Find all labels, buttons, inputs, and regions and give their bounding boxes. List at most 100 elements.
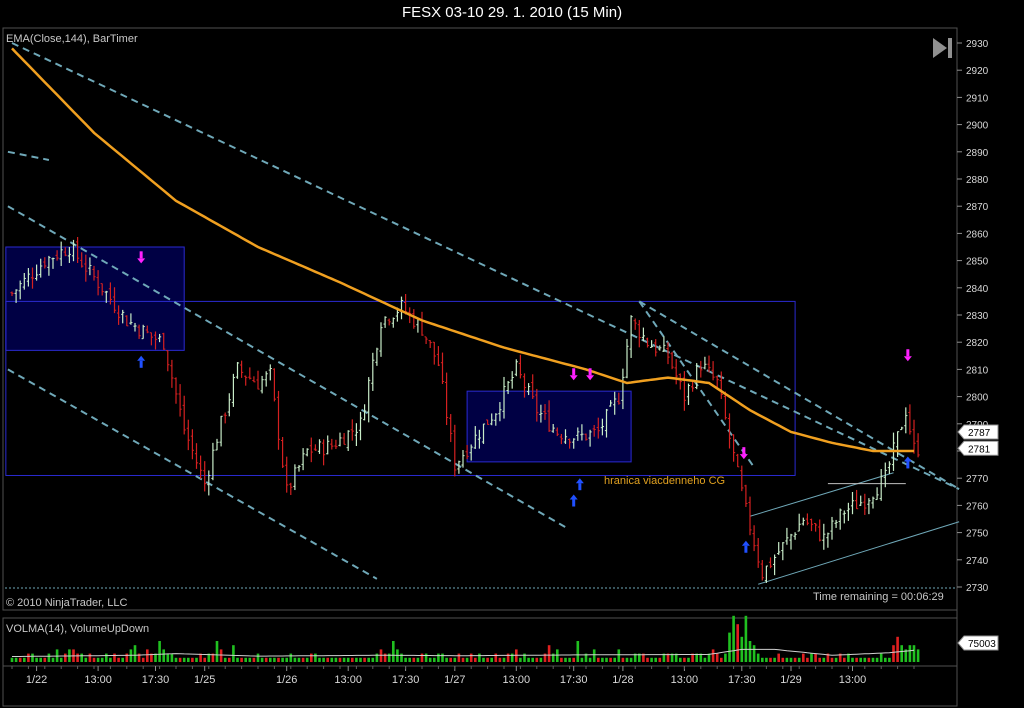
buy-arrow-shaft [572, 499, 576, 507]
sell-arrow-shaft [572, 368, 576, 376]
volume-bar [765, 657, 768, 662]
time-axis: 1/22 13:00 17:30 1/25 1/26 13:00 17:30 1/27 13:0… [11, 666, 915, 686]
volume-bar [867, 657, 871, 662]
volume-bar [260, 657, 264, 662]
volume-bar [498, 657, 502, 662]
volume-bar [424, 653, 428, 662]
time-tick-label: 13:00 [839, 674, 867, 686]
volume-bar [572, 657, 575, 662]
volume-bar [564, 657, 567, 662]
volume-bar [187, 657, 190, 662]
volume-bar [248, 657, 252, 662]
volume-bar [47, 653, 51, 662]
volume-bar [576, 641, 580, 662]
volume-bar [445, 657, 448, 662]
channel-dashed-line [7, 368, 378, 580]
buy-arrow-head [137, 355, 146, 361]
volume-bar [728, 632, 731, 662]
volume-bar [133, 645, 137, 662]
sell-arrow-shaft [742, 447, 746, 455]
price-tick-label: 2850 [966, 257, 989, 268]
volume-bar [531, 657, 534, 662]
buy-arrow-head [575, 478, 584, 484]
volume-bar [896, 636, 899, 662]
volume-bar [482, 657, 485, 662]
volume-bar [76, 653, 79, 662]
volume-bar [236, 657, 239, 662]
volume-bar [560, 657, 563, 662]
price-tick-label: 2760 [966, 501, 989, 512]
volume-bar [519, 657, 522, 662]
sell-arrow-head [569, 375, 578, 381]
price-tick-label: 2750 [966, 529, 989, 540]
skip-forward-icon[interactable] [933, 38, 952, 58]
volume-bar [92, 657, 96, 662]
volume-bar [416, 657, 420, 662]
volume-bar [14, 657, 18, 662]
price-tick-label: 2930 [966, 39, 989, 50]
volume-bar [191, 657, 194, 662]
volume-bar [96, 657, 100, 662]
sell-arrow-head [739, 454, 748, 460]
time-tick-label: 17:30 [142, 674, 170, 686]
volume-bar [843, 657, 846, 662]
volume-bar [601, 657, 604, 662]
volume-bar [457, 653, 461, 662]
chart-canvas[interactable]: 2930 2920 2910 2900 2890 2880 2870 2860 2850 2840… [0, 0, 1024, 708]
volume-bar [703, 657, 707, 662]
volume-bar [761, 657, 764, 662]
volume-bar [777, 653, 780, 662]
volume-bar [35, 657, 38, 662]
volume-bar [351, 657, 354, 662]
volume-bar [625, 657, 629, 662]
volume-bar [912, 645, 916, 662]
time-tick-label: 1/22 [26, 674, 47, 686]
volume-bar [301, 657, 305, 662]
volume-bar [822, 657, 826, 662]
volume-bar [219, 649, 223, 662]
volume-indicator-label: VOLMA(14), VolumeUpDown [6, 623, 149, 635]
volume-bar [502, 657, 506, 662]
time-tick-label: 1/27 [444, 674, 465, 686]
volume-bar [875, 657, 879, 662]
sell-arrow-shaft [139, 251, 143, 259]
volume-bar [264, 657, 268, 662]
time-tick-label: 13:00 [84, 674, 112, 686]
volume-bar [109, 657, 112, 662]
volume-bar [609, 657, 612, 662]
volume-bar [469, 653, 473, 662]
time-tick-label: 17:30 [728, 674, 756, 686]
volume-flag-label: 75003 [968, 639, 996, 650]
volume-bar [141, 657, 145, 662]
volume-bar [461, 657, 465, 662]
price-tick-label: 2800 [966, 393, 989, 404]
volume-bar [158, 641, 161, 662]
volume-bar [465, 657, 469, 662]
volume-bar [506, 653, 510, 662]
volume-bar [806, 657, 809, 662]
volume-bar [679, 657, 682, 662]
volume-bar [646, 657, 649, 662]
volume-bar [285, 657, 288, 662]
volume-bar [412, 657, 416, 662]
sell-arrow-shaft [588, 368, 592, 376]
volume-bar [437, 653, 440, 662]
volume-bar [166, 653, 170, 662]
volume-bar [289, 653, 293, 662]
volume-bar [269, 657, 272, 662]
price-tick-label: 2740 [966, 556, 989, 567]
volume-bar [736, 624, 739, 662]
time-tick-label: 17:30 [392, 674, 420, 686]
volume-bar [400, 653, 403, 662]
volume-bar [715, 653, 719, 662]
volume-bar [785, 657, 789, 662]
volume-bar [592, 649, 596, 662]
volume-bar [113, 653, 116, 662]
volume-bar [318, 657, 321, 662]
volume-bar [27, 653, 30, 662]
volume-bar [863, 657, 867, 662]
copyright-label: © 2010 NinjaTrader, LLC [6, 597, 127, 609]
ascending-channel-lower [758, 521, 960, 585]
volume-bar [597, 657, 600, 662]
volume-bar [355, 657, 358, 662]
